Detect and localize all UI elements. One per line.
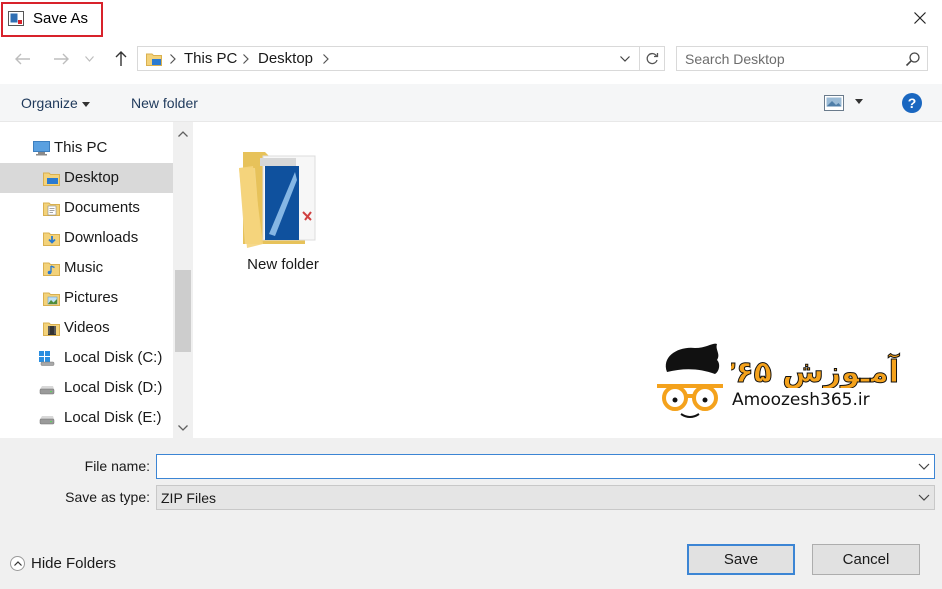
drive-icon xyxy=(39,386,55,395)
breadcrumb-separator[interactable] xyxy=(321,52,331,66)
chevron-down-icon[interactable] xyxy=(918,459,930,473)
forward-arrow-icon xyxy=(54,53,69,65)
breadcrumb-separator[interactable] xyxy=(168,52,178,66)
desktop-folder-icon xyxy=(146,53,162,66)
organize-label: Organize xyxy=(21,95,78,111)
music-folder-icon xyxy=(43,262,60,276)
change-view-icon[interactable] xyxy=(824,95,844,111)
save-as-type-value: ZIP Files xyxy=(161,490,216,506)
sidebar-item-local-disk-e[interactable]: Local Disk (E:) xyxy=(0,403,173,433)
command-toolbar: Organize New folder xyxy=(0,84,942,122)
watermark-logo: آمـوزش ۳۶۵ Amoozesh365.ir xyxy=(655,342,910,422)
back-arrow-icon xyxy=(15,53,30,65)
window-title: Save As xyxy=(33,10,89,27)
videos-folder-icon xyxy=(43,322,60,336)
chevron-up-icon xyxy=(178,131,188,137)
downloads-folder-icon xyxy=(43,232,60,246)
save-as-app-icon xyxy=(8,11,24,26)
hide-folders-chevron xyxy=(10,556,25,571)
chevron-down-icon xyxy=(178,425,188,431)
breadcrumb-separator[interactable] xyxy=(241,52,251,66)
file-name-field[interactable] xyxy=(156,454,935,479)
sidebar-item-label: Desktop xyxy=(64,169,120,186)
desktop-folder-icon xyxy=(43,172,60,186)
svg-text:آمـوزش ۳۶۵: آمـوزش ۳۶۵ xyxy=(731,353,900,388)
up-arrow-icon xyxy=(115,51,127,66)
search-icon[interactable] xyxy=(905,51,921,67)
hide-folders-label: Hide Folders xyxy=(31,555,117,572)
navigation-scrollbar[interactable] xyxy=(173,122,193,438)
file-name-label: File name: xyxy=(84,458,150,474)
windows-drive-icon xyxy=(39,351,55,366)
new-folder-button[interactable]: New folder xyxy=(131,95,198,111)
save-as-type-select[interactable]: ZIP Files xyxy=(156,485,935,510)
folder-icon xyxy=(239,152,316,248)
sidebar-item-documents[interactable]: Documents xyxy=(0,193,173,223)
sidebar-item-label: Pictures xyxy=(64,289,119,306)
sidebar-item-label: Downloads xyxy=(64,229,139,246)
scroll-down-button[interactable] xyxy=(173,418,193,438)
sidebar-item-downloads[interactable]: Downloads xyxy=(0,223,173,253)
chevron-right-icon xyxy=(323,54,329,64)
sidebar-item-music[interactable]: Music xyxy=(0,253,173,283)
breadcrumb-this-pc[interactable]: This PC xyxy=(184,50,237,67)
sidebar-item-label: Local Disk (D:) xyxy=(64,379,163,396)
address-dropdown-button[interactable] xyxy=(617,51,633,67)
back-button[interactable] xyxy=(12,48,34,70)
address-bar[interactable]: This PC Desktop xyxy=(137,46,640,71)
computer-icon xyxy=(33,141,50,156)
sidebar-item-label: Local Disk (C:) xyxy=(64,349,163,366)
sidebar-item-videos[interactable]: Videos xyxy=(0,313,173,343)
sidebar-item-label: This PC xyxy=(54,139,108,156)
sidebar-item-local-disk-d[interactable]: Local Disk (D:) xyxy=(0,373,173,403)
sidebar-item-pictures[interactable]: Pictures xyxy=(0,283,173,313)
organize-menu[interactable]: Organize xyxy=(21,95,90,111)
chevron-down-icon xyxy=(918,494,930,501)
chevron-down-icon xyxy=(84,56,94,62)
save-options-area: File name: Save as type: ZIP Files Hide … xyxy=(0,438,942,589)
help-button[interactable]: ? xyxy=(902,93,922,113)
watermark-url-text: Amoozesh365.ir xyxy=(732,390,870,410)
title-bar: Save As xyxy=(0,0,942,38)
sidebar-item-label: Music xyxy=(64,259,104,276)
up-button[interactable] xyxy=(110,48,132,70)
drive-icon xyxy=(39,416,55,425)
search-input[interactable] xyxy=(685,49,895,68)
recent-locations-button[interactable] xyxy=(82,48,96,70)
file-item-label: New folder xyxy=(247,256,319,273)
save-as-type-label: Save as type: xyxy=(65,489,150,505)
pictures-folder-icon xyxy=(43,292,60,306)
scrollbar-thumb[interactable] xyxy=(175,270,191,352)
documents-folder-icon xyxy=(43,202,60,216)
sidebar-item-this-pc[interactable]: This PC xyxy=(0,133,173,163)
chevron-right-icon xyxy=(170,54,176,64)
file-name-input[interactable] xyxy=(161,457,901,476)
persian-logo-text-icon: آمـوزش ۳۶۵ xyxy=(731,353,900,389)
sidebar-item-label: Documents xyxy=(64,199,140,216)
chevron-down-icon xyxy=(620,56,630,62)
sidebar-item-label: Videos xyxy=(64,319,110,336)
scroll-up-button[interactable] xyxy=(173,124,193,144)
view-options-caret-icon[interactable] xyxy=(855,99,863,104)
sidebar-item-desktop[interactable]: Desktop xyxy=(0,163,173,193)
navigation-pane: This PC Desktop Documents Downloads Musi… xyxy=(0,122,195,438)
cartoon-face-icon xyxy=(657,343,723,418)
close-button[interactable] xyxy=(902,2,938,34)
breadcrumb-desktop[interactable]: Desktop xyxy=(258,50,313,67)
forward-button[interactable] xyxy=(50,48,72,70)
navigation-bar: This PC Desktop xyxy=(0,38,942,82)
file-item[interactable]: New folder xyxy=(235,144,331,274)
sidebar-item-label: Local Disk (E:) xyxy=(64,409,162,426)
close-icon xyxy=(914,12,926,24)
sidebar-item-local-disk-c[interactable]: Local Disk (C:) xyxy=(0,343,173,373)
refresh-icon xyxy=(646,52,659,64)
search-box[interactable] xyxy=(676,46,928,71)
chevron-up-icon xyxy=(13,561,22,566)
cancel-button[interactable]: Cancel xyxy=(812,544,920,575)
chevron-right-icon xyxy=(243,54,249,64)
caret-down-icon xyxy=(81,101,90,107)
save-button[interactable]: Save xyxy=(687,544,795,575)
refresh-button[interactable] xyxy=(640,46,665,71)
